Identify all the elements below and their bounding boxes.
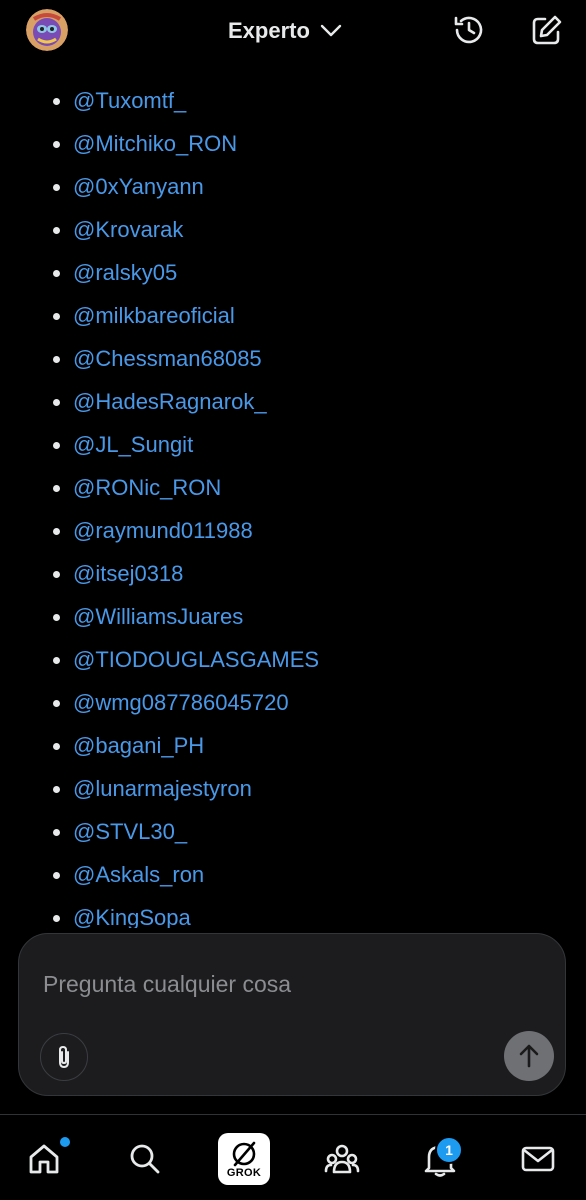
nav-search[interactable] (123, 1137, 167, 1181)
home-notification-dot (58, 1135, 72, 1149)
bullet (53, 442, 60, 449)
bullet (53, 915, 60, 922)
communities-icon (324, 1144, 360, 1174)
mention-link[interactable]: @Chessman68085 (73, 344, 262, 374)
list-item: @HadesRagnarok_ (0, 387, 586, 430)
bullet (53, 786, 60, 793)
mention-link[interactable]: @Askals_ron (73, 860, 204, 890)
list-item: @Tuxomtf_ (0, 86, 586, 129)
list-item: @TIODOUGLASGAMES (0, 645, 586, 688)
mention-link[interactable]: @lunarmajestyron (73, 774, 252, 804)
bullet (53, 829, 60, 836)
bullet (53, 184, 60, 191)
mention-link[interactable]: @Mitchiko_RON (73, 129, 237, 159)
mention-link[interactable]: @WilliamsJuares (73, 602, 243, 632)
grok-icon (232, 1141, 256, 1167)
list-item: @raymund011988 (0, 516, 586, 559)
mention-link[interactable]: @Tuxomtf_ (73, 86, 186, 116)
history-icon (454, 16, 483, 44)
edit-icon (532, 15, 562, 45)
list-item: @itsej0318 (0, 559, 586, 602)
bullet (53, 399, 60, 406)
list-item: @RONic_RON (0, 473, 586, 516)
list-item: @wmg087786045720 (0, 688, 586, 731)
mention-link[interactable]: @itsej0318 (73, 559, 183, 589)
mention-list: @Tuxomtf_ @Mitchiko_RON @0xYanyann @Krovara… (0, 86, 586, 928)
attach-button[interactable] (40, 1033, 88, 1081)
profile-avatar[interactable] (26, 9, 68, 51)
bullet (53, 528, 60, 535)
list-item: @milkbareoficial (0, 301, 586, 344)
mention-link[interactable]: @raymund011988 (73, 516, 253, 546)
paperclip-icon (59, 1045, 69, 1069)
bullet (53, 743, 60, 750)
chevron-down-icon (320, 24, 342, 37)
mention-link[interactable]: @wmg087786045720 (73, 688, 289, 718)
avatar-image (26, 9, 68, 51)
bullet (53, 270, 60, 277)
mode-label: Experto (228, 18, 310, 43)
message-composer (18, 933, 566, 1096)
mail-icon (521, 1146, 555, 1172)
mention-link[interactable]: @bagani_PH (73, 731, 204, 761)
list-item: @lunarmajestyron (0, 774, 586, 817)
mention-link[interactable]: @ralsky05 (73, 258, 177, 288)
top-header: Experto (0, 0, 586, 62)
bullet (53, 571, 60, 578)
grok-label: GROK (226, 1167, 262, 1179)
mention-link[interactable]: @0xYanyann (73, 172, 204, 202)
conversation-content: @Tuxomtf_ @Mitchiko_RON @0xYanyann @Krovara… (0, 62, 586, 928)
list-item: @KingSopa (0, 903, 586, 928)
mention-link[interactable]: @RONic_RON (73, 473, 221, 503)
home-icon (29, 1144, 59, 1174)
list-item: @0xYanyann (0, 172, 586, 215)
mention-link[interactable]: @TIODOUGLASGAMES (73, 645, 319, 675)
bullet (53, 141, 60, 148)
bullet (53, 98, 60, 105)
bullet (53, 227, 60, 234)
list-item: @Krovarak (0, 215, 586, 258)
list-item: @bagani_PH (0, 731, 586, 774)
notifications-count-badge: 1 (435, 1136, 463, 1164)
mode-selector[interactable]: Experto (228, 14, 342, 48)
list-item: @WilliamsJuares (0, 602, 586, 645)
bullet (53, 872, 60, 879)
bullet (53, 313, 60, 320)
mention-link[interactable]: @KingSopa (73, 903, 191, 928)
list-item: @Mitchiko_RON (0, 129, 586, 172)
bullet (53, 657, 60, 664)
search-icon (130, 1144, 160, 1174)
prompt-input[interactable] (43, 966, 513, 1002)
history-button[interactable] (451, 12, 487, 48)
list-item: @Askals_ron (0, 860, 586, 903)
mention-link[interactable]: @milkbareoficial (73, 301, 235, 331)
nav-grok[interactable]: GROK (218, 1133, 270, 1185)
send-button[interactable] (504, 1031, 554, 1081)
mention-link[interactable]: @Krovarak (73, 215, 183, 245)
new-chat-button[interactable] (529, 12, 565, 48)
list-item: @JL_Sungit (0, 430, 586, 473)
bullet (53, 700, 60, 707)
bullet (53, 614, 60, 621)
list-item: @STVL30_ (0, 817, 586, 860)
mention-link[interactable]: @STVL30_ (73, 817, 187, 847)
nav-communities[interactable] (320, 1137, 364, 1181)
list-item: @Chessman68085 (0, 344, 586, 387)
bottom-navigation: GROK (0, 1114, 586, 1200)
mention-link[interactable]: @HadesRagnarok_ (73, 387, 267, 417)
bullet (53, 485, 60, 492)
nav-messages[interactable] (516, 1137, 560, 1181)
list-item: @ralsky05 (0, 258, 586, 301)
arrow-up-icon (519, 1044, 539, 1068)
bullet (53, 356, 60, 363)
mention-link[interactable]: @JL_Sungit (73, 430, 193, 460)
